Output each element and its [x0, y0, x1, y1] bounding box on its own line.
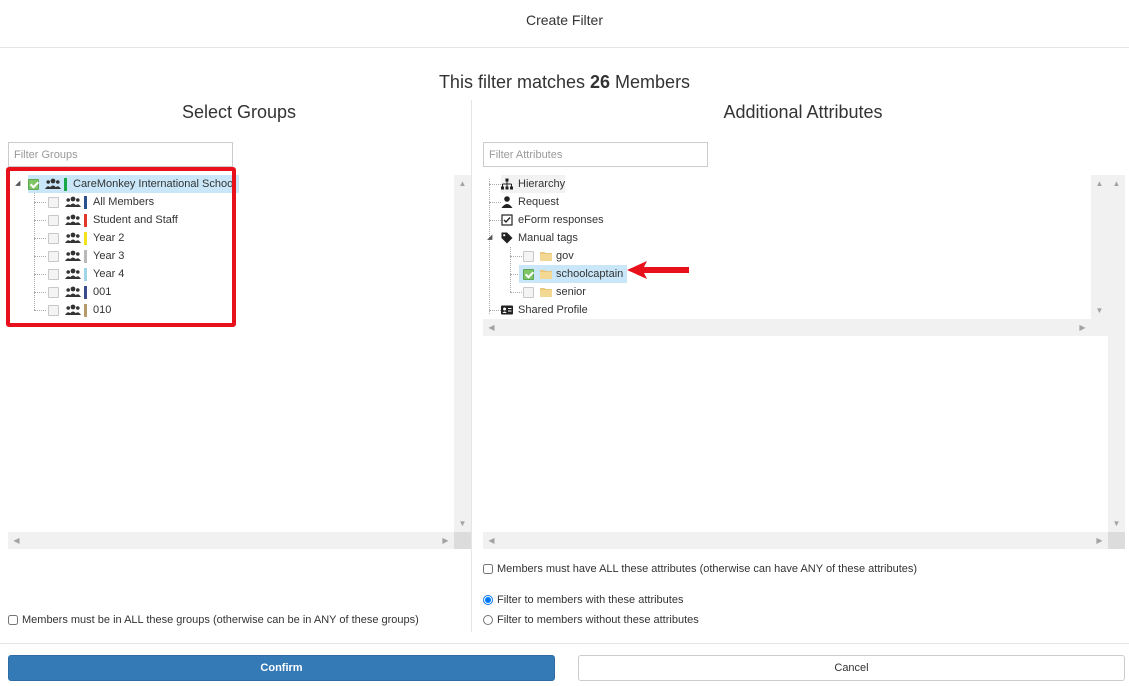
scroll-up-arrow-icon[interactable]: ▲	[454, 175, 471, 192]
scrollbar-corner	[1108, 532, 1125, 549]
hierarchy-icon	[501, 178, 513, 190]
collapse-triangle-icon[interactable]: ◢	[487, 233, 492, 241]
all-attributes-checkbox[interactable]	[483, 564, 493, 574]
tag-senior-label: senior	[556, 286, 586, 298]
cancel-button[interactable]: Cancel	[578, 655, 1125, 681]
scrollbar-corner	[1091, 319, 1108, 336]
filter-with-option[interactable]: Filter to members with these attributes	[483, 594, 683, 606]
tree-guide	[489, 184, 501, 185]
attr-shared-profile-label: Shared Profile	[518, 304, 588, 316]
tag-schoolcaptain-checkbox[interactable]	[523, 268, 534, 280]
scroll-down-arrow-icon[interactable]: ▼	[1091, 302, 1108, 319]
attr-node-hierarchy[interactable]: Hierarchy	[501, 175, 566, 193]
attr-node-manual-tags[interactable]: Manual tags	[501, 229, 578, 247]
red-pointer-arrow-icon	[627, 261, 689, 279]
footer-divider	[0, 643, 1129, 644]
scroll-down-arrow-icon[interactable]: ▼	[1108, 515, 1125, 532]
person-icon	[501, 196, 513, 208]
attr-node-request[interactable]: Request	[501, 193, 559, 211]
attributes-inner-vertical-scrollbar[interactable]: ▲ ▼	[1091, 175, 1108, 319]
all-attributes-option[interactable]: Members must have ALL these attributes (…	[483, 563, 917, 575]
tag-node-senior[interactable]: senior	[523, 283, 586, 301]
folder-icon	[540, 270, 552, 279]
scroll-right-arrow-icon[interactable]: ▶	[1091, 532, 1108, 549]
id-card-icon	[501, 305, 513, 315]
scroll-up-arrow-icon[interactable]: ▲	[1108, 175, 1125, 192]
match-prefix: This filter matches	[438, 72, 585, 92]
tree-guide	[489, 220, 501, 221]
tag-schoolcaptain-label: schoolcaptain	[556, 268, 624, 280]
scroll-left-arrow-icon[interactable]: ◀	[8, 532, 25, 549]
filter-without-label: Filter to members without these attribut…	[497, 614, 699, 626]
attr-manual-tags-label: Manual tags	[518, 232, 578, 244]
attr-node-shared-profile[interactable]: Shared Profile	[501, 301, 588, 319]
tree-guide	[510, 256, 522, 257]
tag-icon	[501, 232, 513, 244]
tree-guide	[489, 202, 501, 203]
dialog-title: Create Filter	[0, 0, 1129, 48]
filter-with-label: Filter to members with these attributes	[497, 594, 684, 606]
match-suffix: Members	[615, 72, 691, 92]
highlight-box	[6, 167, 236, 327]
attributes-tree: Hierarchy Request eForm responses ◢ Manu…	[483, 175, 1125, 549]
match-count: 26	[590, 72, 611, 92]
scroll-right-arrow-icon[interactable]: ▶	[437, 532, 454, 549]
scroll-left-arrow-icon[interactable]: ◀	[483, 532, 500, 549]
attr-eform-label: eForm responses	[518, 214, 604, 226]
checkbox-form-icon	[501, 214, 513, 226]
scroll-left-arrow-icon[interactable]: ◀	[483, 319, 500, 336]
attr-node-eform[interactable]: eForm responses	[501, 211, 604, 229]
attributes-horizontal-scrollbar[interactable]: ◀ ▶	[483, 532, 1108, 549]
filter-without-radio[interactable]	[483, 615, 493, 625]
tree-guide	[510, 292, 522, 293]
scroll-right-arrow-icon[interactable]: ▶	[1074, 319, 1091, 336]
scroll-down-arrow-icon[interactable]: ▼	[454, 515, 471, 532]
tag-senior-checkbox[interactable]	[523, 286, 534, 298]
tree-guide	[489, 179, 490, 314]
all-groups-checkbox[interactable]	[8, 615, 18, 625]
filter-with-radio[interactable]	[483, 595, 493, 605]
attributes-inner-horizontal-scrollbar[interactable]: ◀ ▶	[483, 319, 1091, 336]
tree-guide	[510, 247, 511, 292]
attributes-tree-content: Hierarchy Request eForm responses ◢ Manu…	[483, 175, 1108, 336]
folder-icon	[540, 252, 552, 261]
filter-attributes-input[interactable]	[483, 142, 708, 167]
attr-hierarchy-label: Hierarchy	[518, 178, 566, 190]
attr-request-label: Request	[518, 196, 559, 208]
groups-vertical-scrollbar[interactable]: ▲ ▼	[454, 175, 471, 532]
tag-gov-label: gov	[556, 250, 574, 262]
filter-groups-input[interactable]	[8, 142, 233, 167]
all-groups-label: Members must be in ALL these groups (oth…	[22, 614, 419, 626]
tag-gov-checkbox[interactable]	[523, 250, 534, 262]
scroll-up-arrow-icon[interactable]: ▲	[1091, 175, 1108, 192]
filter-without-option[interactable]: Filter to members without these attribut…	[483, 614, 699, 626]
tag-node-gov[interactable]: gov	[523, 247, 574, 265]
confirm-button[interactable]: Confirm	[8, 655, 555, 681]
all-attributes-label: Members must have ALL these attributes (…	[497, 563, 918, 575]
column-divider	[471, 100, 472, 632]
all-groups-option[interactable]: Members must be in ALL these groups (oth…	[8, 614, 419, 626]
tree-guide	[489, 310, 501, 311]
groups-horizontal-scrollbar[interactable]: ◀ ▶	[8, 532, 454, 549]
tag-node-schoolcaptain[interactable]: schoolcaptain	[519, 265, 628, 283]
attributes-vertical-scrollbar[interactable]: ▲ ▼	[1108, 175, 1125, 532]
match-summary: This filter matches 26 Members	[0, 72, 1129, 93]
attributes-heading: Additional Attributes	[723, 102, 883, 122]
scrollbar-corner	[454, 532, 471, 549]
folder-icon	[540, 288, 552, 297]
groups-heading: Select Groups	[181, 102, 297, 122]
